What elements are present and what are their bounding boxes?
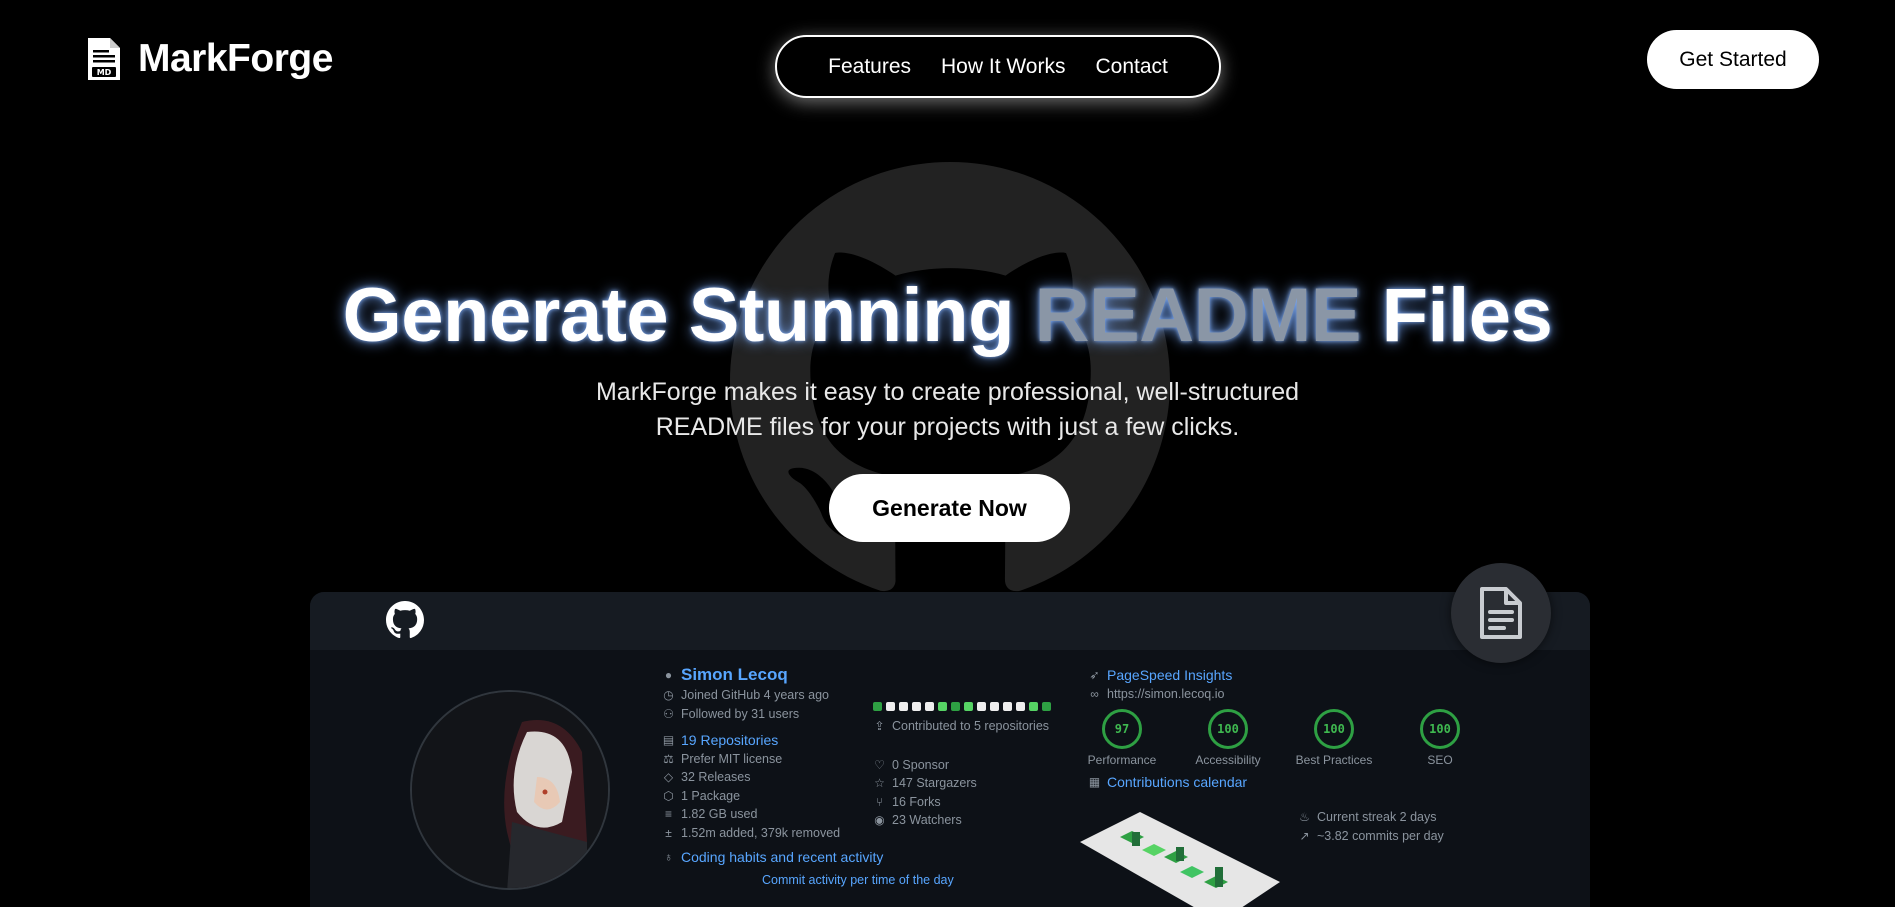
main-nav: Features How It Works Contact <box>775 35 1221 98</box>
fork-icon: ⑂ <box>875 794 884 809</box>
lightbulb-icon: ♁ <box>664 850 673 865</box>
document-icon <box>1480 587 1522 639</box>
user-avatar-icon: ● <box>664 668 673 682</box>
gauge-accessibility: 100 Accessibility <box>1186 709 1270 767</box>
commits-per-day-text: ~3.82 commits per day <box>1317 828 1444 843</box>
repositories-link[interactable]: 19 Repositories <box>681 732 778 748</box>
rocket-icon: ➶ <box>1089 668 1100 683</box>
watchers-text: 23 Watchers <box>892 813 962 828</box>
markdown-file-icon: MD <box>86 36 122 82</box>
calendar-icon: ▦ <box>1088 775 1101 790</box>
diff-icon: ± <box>665 825 672 840</box>
pagespeed-column: ➶ PageSpeed Insights ∞ https://simon.lecoq… <box>1088 666 1482 792</box>
license-text: Prefer MIT license <box>681 751 783 766</box>
stargazers-text: 147 Stargazers <box>892 776 977 791</box>
storage-text: 1.82 GB used <box>681 807 758 822</box>
pagespeed-gauges: 97 Performance 100 Accessibility 100 Best P… <box>1080 709 1482 767</box>
law-icon: ⚖ <box>663 751 674 766</box>
github-icon <box>386 601 424 639</box>
document-bubble[interactable] <box>1451 563 1551 663</box>
changes-text: 1.52m added, 379k removed <box>681 825 841 840</box>
activity-column: ⇪ Contributed to 5 repositories ♡ 0 Sponso… <box>873 697 1051 830</box>
hero-title-accent: README <box>1034 273 1362 358</box>
link-icon: ∞ <box>1090 686 1099 701</box>
contribution-streak <box>873 697 1051 715</box>
repo-push-icon: ⇪ <box>874 719 885 734</box>
hero-title: Generate Stunning README Files <box>342 273 1553 358</box>
streak-column: ♨ Current streak 2 days ↗ ~3.82 commits pe… <box>1298 808 1444 845</box>
joined-text: Joined GitHub 4 years ago <box>681 688 830 703</box>
packages-text: 1 Package <box>681 788 741 803</box>
nav-link-features[interactable]: Features <box>828 55 911 79</box>
commit-activity-link[interactable]: Commit activity per time of the day <box>762 873 954 887</box>
nav-link-contact[interactable]: Contact <box>1095 55 1167 79</box>
people-icon: ⚇ <box>663 706 674 721</box>
gauge-seo: 100 SEO <box>1398 709 1482 767</box>
streak-text: Current streak 2 days <box>1317 810 1437 825</box>
gauge-best-practices: 100 Best Practices <box>1292 709 1376 767</box>
gauge-performance: 97 Performance <box>1080 709 1164 767</box>
package-icon: ⬡ <box>663 788 674 803</box>
flame-icon: ♨ <box>1299 810 1310 825</box>
star-icon: ☆ <box>874 776 885 791</box>
database-icon: ≡ <box>664 807 672 822</box>
releases-text: 32 Releases <box>681 770 751 785</box>
brand-logo[interactable]: MD MarkForge <box>86 36 333 82</box>
sponsors-text: 0 Sponsor <box>892 757 949 772</box>
clock-icon: ◷ <box>663 688 674 703</box>
pagespeed-url[interactable]: https://simon.lecoq.io <box>1107 687 1224 701</box>
contributions-calendar-link[interactable]: Contributions calendar <box>1107 774 1247 790</box>
forks-text: 16 Forks <box>892 794 941 809</box>
brand-name: MarkForge <box>138 37 333 80</box>
tag-icon: ◇ <box>663 770 674 785</box>
coding-habits-link[interactable]: Coding habits and recent activity <box>681 849 883 865</box>
pagespeed-link[interactable]: PageSpeed Insights <box>1107 667 1232 683</box>
profile-name[interactable]: Simon Lecoq <box>681 665 788 685</box>
graph-icon: ↗ <box>1299 828 1310 843</box>
readme-preview-card: ● Simon Lecoq ◷ Joined GitHub 4 years ago … <box>310 592 1590 907</box>
eye-icon: ◉ <box>874 813 885 828</box>
get-started-button[interactable]: Get Started <box>1647 30 1819 89</box>
repo-icon: ▤ <box>662 733 675 748</box>
avatar <box>410 690 610 890</box>
preview-card-header <box>310 592 1590 650</box>
contributed-text: Contributed to 5 repositories <box>892 719 1050 734</box>
heart-icon: ♡ <box>874 757 885 772</box>
svg-text:MD: MD <box>97 68 112 77</box>
nav-link-how-it-works[interactable]: How It Works <box>941 55 1065 79</box>
generate-now-button[interactable]: Generate Now <box>829 474 1070 542</box>
hero-subtitle: MarkForge makes it easy to create profes… <box>595 378 1300 441</box>
isometric-contribution-calendar <box>1080 812 1280 907</box>
followers-text: Followed by 31 users <box>681 706 800 721</box>
